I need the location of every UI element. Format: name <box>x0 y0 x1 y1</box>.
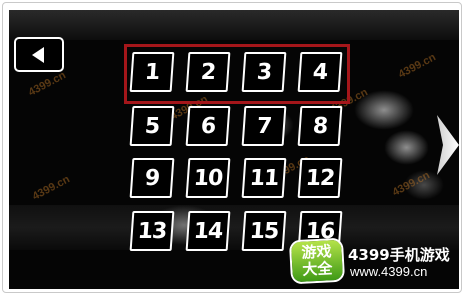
level-tile-5[interactable]: 5 <box>129 106 175 146</box>
level-tile-12[interactable]: 12 <box>297 158 343 198</box>
level-tile-9[interactable]: 9 <box>129 158 175 198</box>
level-tile-8[interactable]: 8 <box>297 106 343 146</box>
watermark-text: 4399.cn <box>26 69 68 99</box>
logo-title: 4399手机游戏 <box>348 246 450 264</box>
level-tile-14[interactable]: 14 <box>185 211 231 251</box>
logo-url: www.4399.cn <box>350 264 428 279</box>
level-tile-15[interactable]: 15 <box>241 211 287 251</box>
logo-badge: 游戏 大全 <box>290 239 344 283</box>
level-tile-6[interactable]: 6 <box>185 106 231 146</box>
publisher-logo: 游戏 大全 4399手机游戏 www.4399.cn <box>290 239 458 283</box>
level-tile-2[interactable]: 2 <box>185 52 231 92</box>
watermark-text: 4399.cn <box>30 173 72 203</box>
logo-badge-line2: 大全 <box>301 259 333 279</box>
game-screen: 4399.cn 4399.cn 4399.cn 4399.cn 4399.cn … <box>9 10 459 289</box>
screenshot-frame: 4399.cn 4399.cn 4399.cn 4399.cn 4399.cn … <box>2 2 462 293</box>
chevron-right-icon[interactable] <box>433 115 459 175</box>
background-glow <box>384 130 429 165</box>
level-tile-3[interactable]: 3 <box>241 52 287 92</box>
level-tile-10[interactable]: 10 <box>185 158 231 198</box>
level-tile-1[interactable]: 1 <box>129 52 175 92</box>
back-button[interactable] <box>14 37 64 72</box>
triangle-left-icon <box>32 47 44 63</box>
level-tile-7[interactable]: 7 <box>241 106 287 146</box>
watermark-text: 4399.cn <box>396 51 438 81</box>
level-tile-11[interactable]: 11 <box>241 158 287 198</box>
level-tile-4[interactable]: 4 <box>297 52 343 92</box>
level-tile-13[interactable]: 13 <box>129 211 175 251</box>
top-band <box>9 10 459 40</box>
